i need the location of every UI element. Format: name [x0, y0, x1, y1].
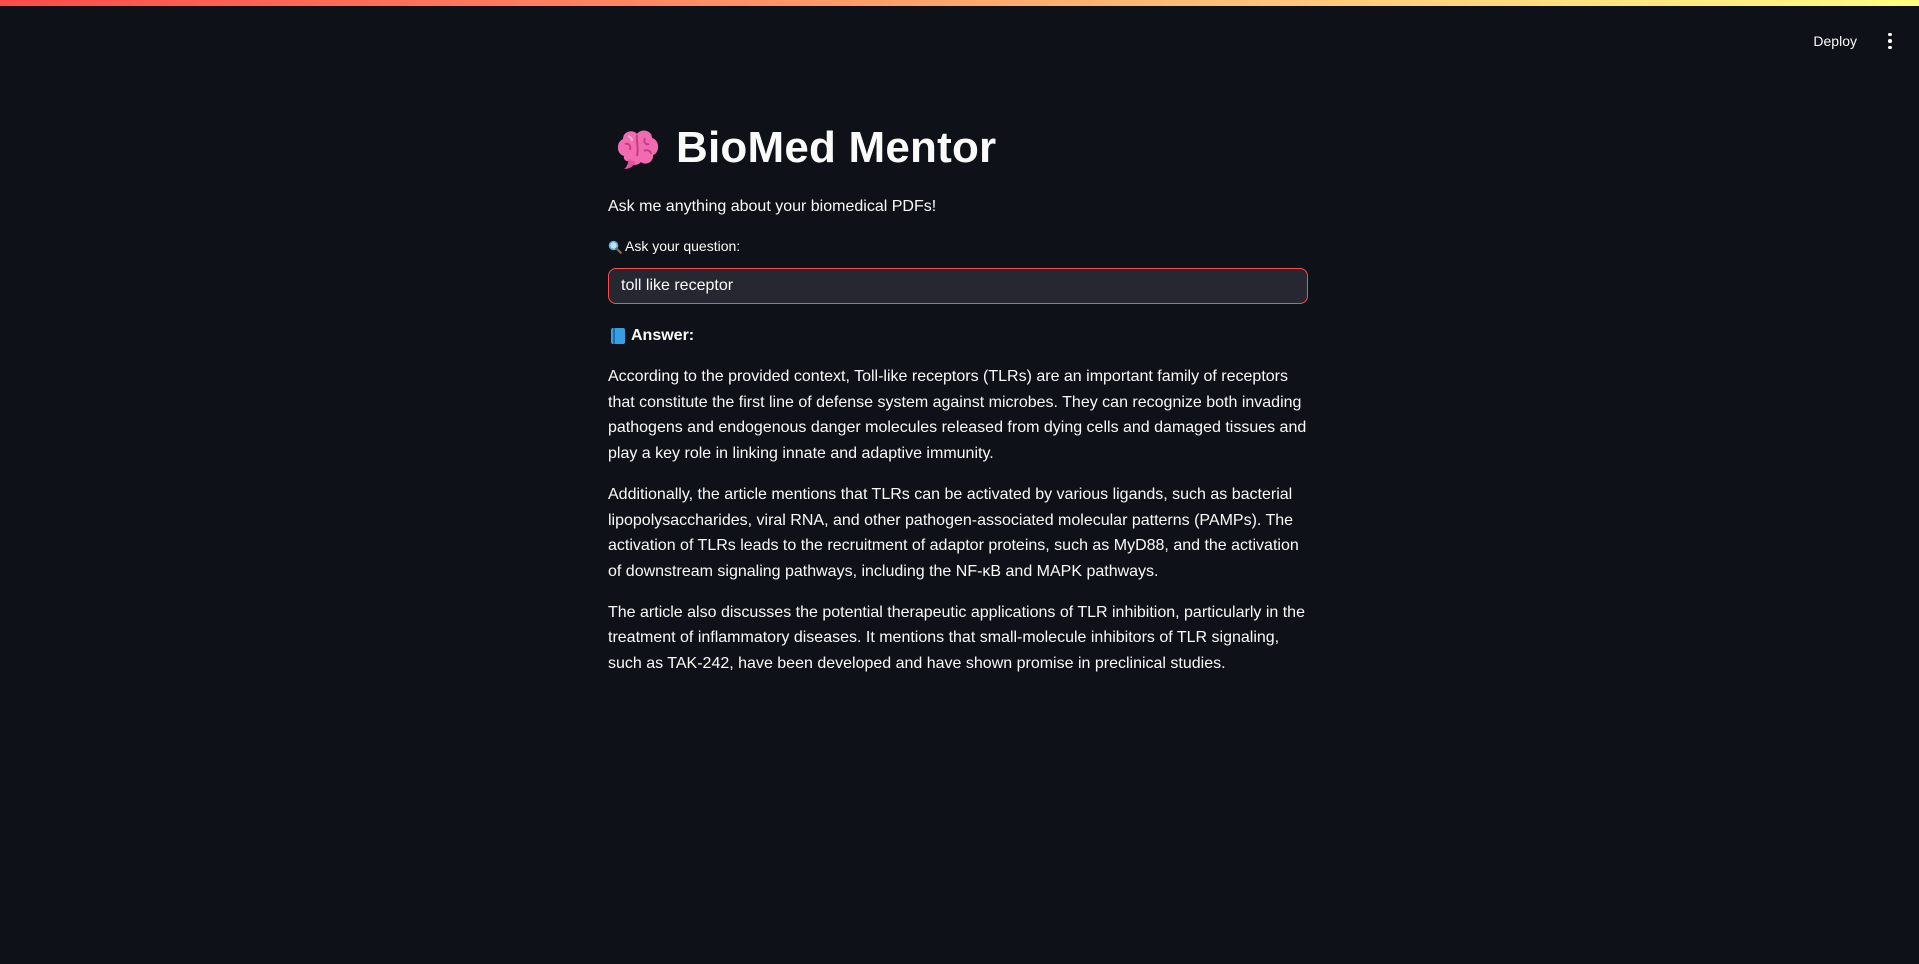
answer-heading-text: Answer:	[631, 327, 695, 344]
blue-book-icon	[611, 328, 625, 344]
deploy-button[interactable]: Deploy	[1803, 28, 1867, 54]
page-title: BioMed Mentor	[608, 110, 1312, 186]
answer-heading: Answer:	[608, 324, 1312, 348]
app-header: Deploy	[0, 6, 1919, 64]
question-input-container[interactable]	[608, 268, 1308, 304]
answer-paragraph: Additionally, the article mentions that …	[608, 485, 1299, 580]
answer-paragraph: According to the provided context, Toll-…	[608, 368, 1307, 463]
vertical-dots-icon-dot	[1888, 45, 1892, 50]
vertical-dots-icon	[1888, 32, 1892, 37]
vertical-dots-icon-dot	[1888, 39, 1892, 43]
magnifying-glass-icon	[608, 240, 622, 254]
answer-paragraph: The article also discusses the potential…	[608, 603, 1305, 673]
question-input-label: Ask your question:	[608, 236, 1312, 256]
app-subtitle: Ask me anything about your biomedical PD…	[608, 198, 937, 215]
app-title-text: BioMed Mentor	[676, 123, 997, 172]
brain-icon	[614, 126, 662, 170]
question-input[interactable]	[621, 277, 1295, 295]
main-menu-button[interactable]	[1877, 28, 1903, 54]
question-input-label-text: Ask your question:	[625, 238, 741, 254]
main-content: BioMed Mentor Ask me anything about your…	[608, 110, 1312, 677]
